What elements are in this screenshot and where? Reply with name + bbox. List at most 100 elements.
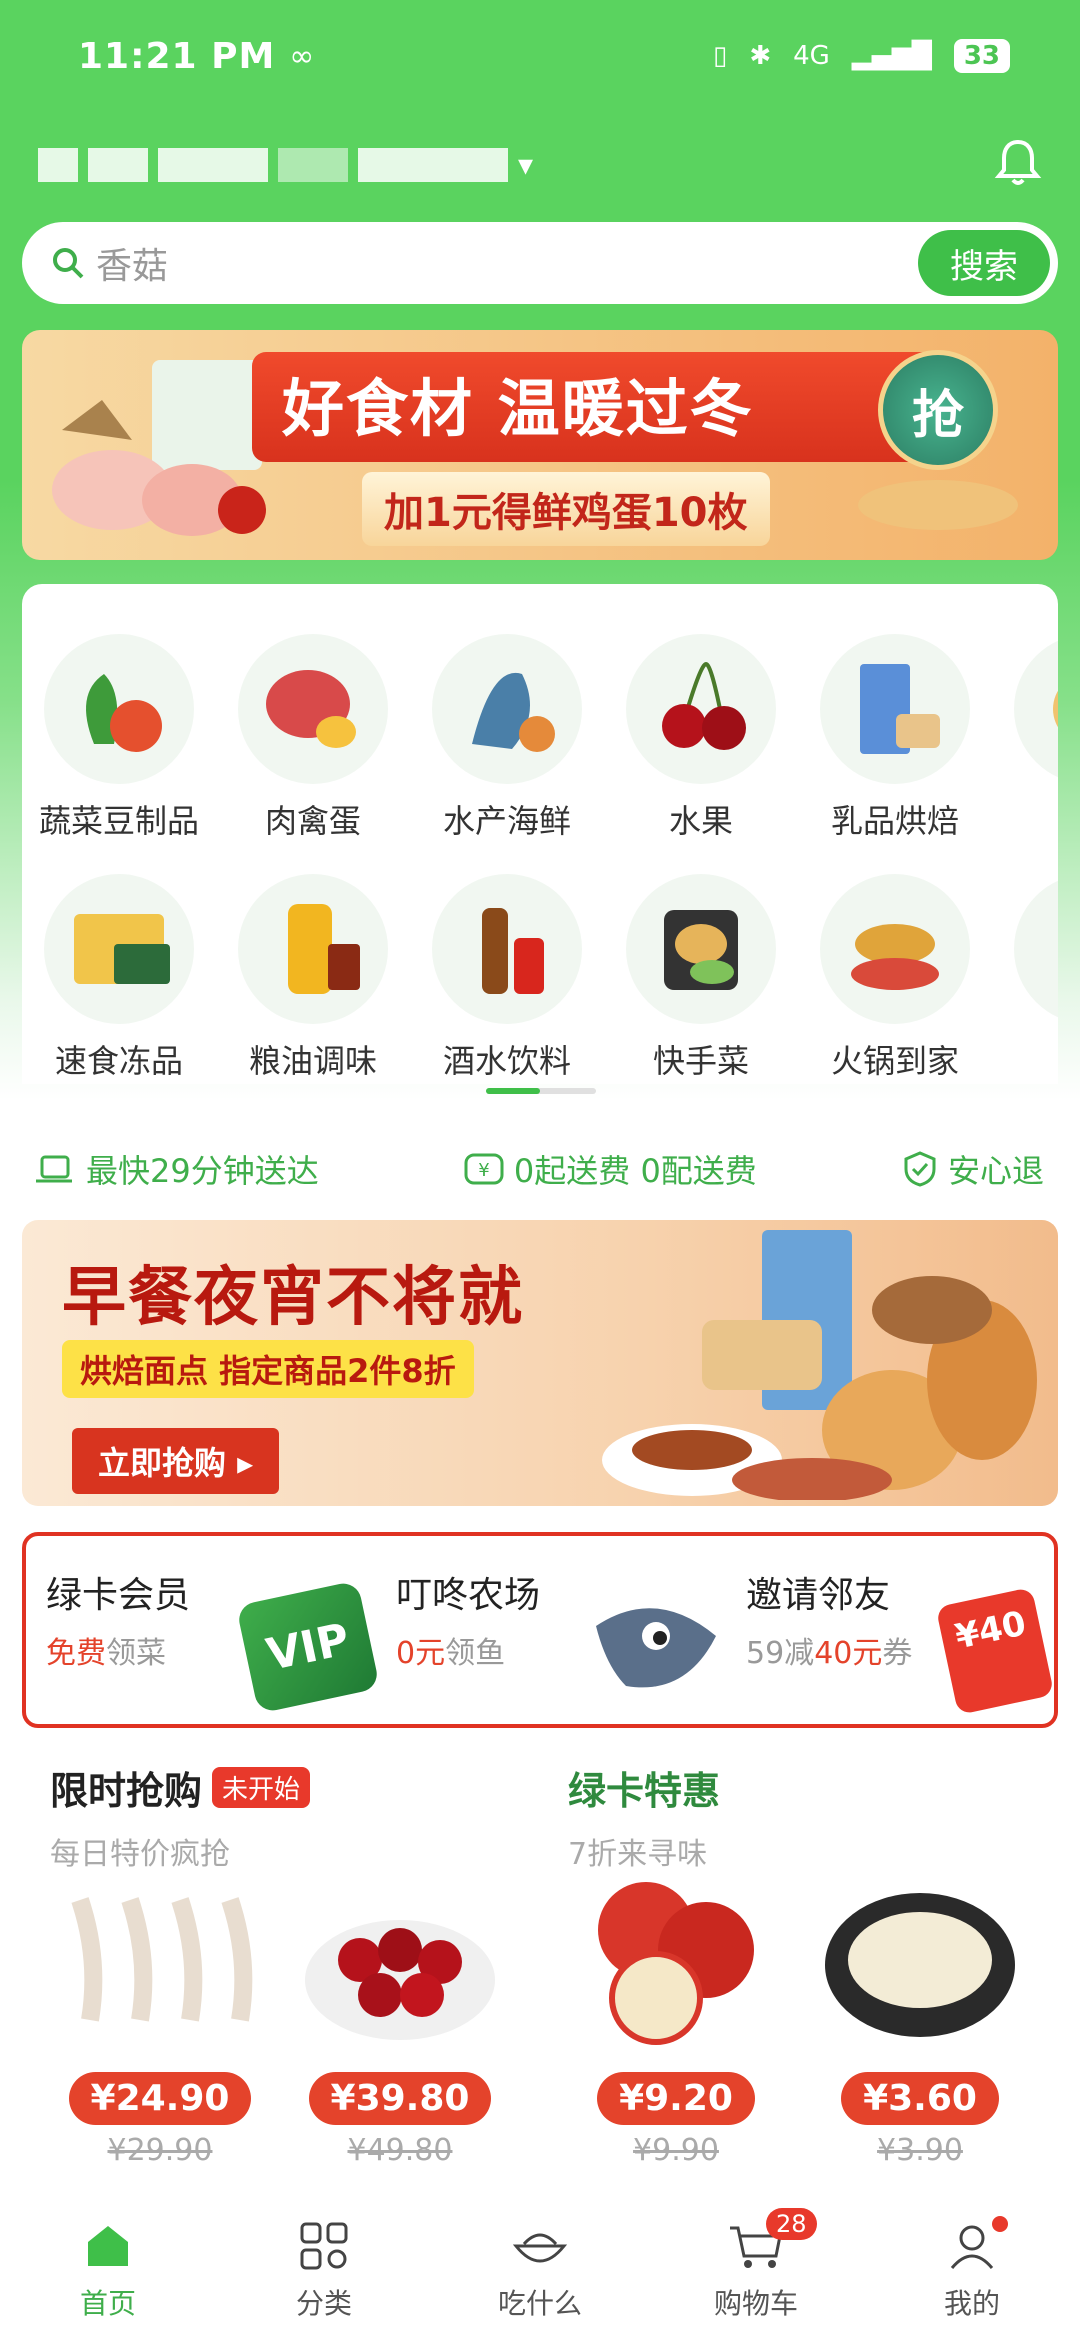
product-card[interactable]: ¥24.90 ¥29.90 xyxy=(50,1870,270,2168)
green-card-section[interactable]: 绿卡特惠 7折来寻味 xyxy=(568,1760,720,1873)
green-card-subtitle: 7折来寻味 xyxy=(568,1837,708,1872)
vibrate-icon: ▯ xyxy=(713,41,728,71)
product-card[interactable]: ¥39.80 ¥49.80 xyxy=(290,1870,510,2168)
category-seafood[interactable]: 水产海鲜 xyxy=(410,634,604,842)
search-icon xyxy=(53,248,84,279)
chevron-down-icon: ▾ xyxy=(518,147,534,183)
category-grid: 蔬菜豆制品 肉禽蛋 水产海鲜 水果 乳品烘焙 网红 速食冻品 粮油 xyxy=(22,584,1058,1084)
category-fruit[interactable]: 水果 xyxy=(604,634,798,842)
category-label: 速食冻品 xyxy=(54,1042,183,1080)
banner-subtitle: 加1元得鲜鸡蛋10枚 xyxy=(362,472,770,546)
flash-sale-title: 限时抢购 xyxy=(50,1769,203,1813)
bowl-icon xyxy=(512,2233,568,2263)
search-bar[interactable]: 香菇 搜索 xyxy=(22,222,1058,304)
shield-check-icon xyxy=(904,1151,936,1187)
status-time: 11:21 PM xyxy=(78,35,276,77)
category-label: 蔬菜豆制品 xyxy=(38,802,199,840)
category-meat-eggs[interactable]: 肉禽蛋 xyxy=(216,634,410,842)
category-trending[interactable]: 网红 xyxy=(992,634,1058,842)
apple-image xyxy=(598,1882,754,2045)
category-page-indicator xyxy=(486,1088,596,1094)
fish-icon xyxy=(432,634,582,784)
nav-home[interactable]: 首页 xyxy=(0,2202,216,2340)
category-drinks[interactable]: 酒水饮料 xyxy=(410,874,604,1082)
category-label: 快手菜 xyxy=(652,1042,749,1080)
product-old-price: ¥9.90 xyxy=(633,2133,719,2168)
battery-level: 33 xyxy=(953,39,1010,73)
category-quick-dishes[interactable]: 快手菜 xyxy=(604,874,798,1082)
status-bar: 11:21 PM ∞ ▯ ✱ 4G ▂▄▆█ 33 xyxy=(78,28,1010,84)
category-frozen[interactable]: 速食冻品 xyxy=(22,874,216,1082)
link-icon: ∞ xyxy=(289,38,315,74)
breakfast-title: 早餐夜宵不将就 xyxy=(62,1261,524,1335)
product-price: ¥3.60 xyxy=(841,2072,999,2125)
product-old-price: ¥49.80 xyxy=(347,2133,453,2168)
category-label: 酒水饮料 xyxy=(442,1042,571,1080)
grab-button[interactable]: 抢 xyxy=(878,350,998,470)
status-badge: 未开始 xyxy=(212,1767,311,1808)
product-price: ¥39.80 xyxy=(308,2072,492,2125)
trending-icon xyxy=(1014,634,1058,784)
svg-text:¥: ¥ xyxy=(478,1160,489,1181)
meat-icon xyxy=(238,634,388,784)
product-card[interactable]: ¥9.20 ¥9.90 xyxy=(566,1870,786,2168)
user-icon xyxy=(950,2225,994,2269)
dish-icon xyxy=(626,874,776,1024)
vegetable-icon xyxy=(44,634,194,784)
search-button[interactable]: 搜索 xyxy=(918,230,1050,296)
category-label: 网红 xyxy=(1057,796,1058,842)
category-label: 火锅到家 xyxy=(830,1042,959,1080)
feature-free-shipping: ¥ 0起送费 0配送费 xyxy=(464,1146,757,1192)
service-features: 最快29分钟送达 ¥ 0起送费 0配送费 安心退 xyxy=(36,1146,1044,1192)
flash-sale-section[interactable]: 限时抢购 未开始 每日特价疯抢 xyxy=(50,1760,311,1873)
category-label: 粮油调味 xyxy=(248,1042,377,1080)
nav-cart[interactable]: 28 购物车 xyxy=(648,2202,864,2340)
kitchen-icon xyxy=(1014,874,1058,1024)
network-label: 4G xyxy=(793,41,830,71)
fish-icon xyxy=(596,1608,716,1688)
category-hotpot[interactable]: 火锅到家 xyxy=(798,874,992,1082)
breakfast-subtitle: 烘焙面点 指定商品2件8折 xyxy=(62,1340,474,1398)
cart-count-badge: 28 xyxy=(766,2208,817,2240)
search-placeholder: 香菇 xyxy=(96,246,169,287)
address-selector[interactable]: ▾ xyxy=(38,140,598,190)
nav-what-to-eat[interactable]: 吃什么 xyxy=(432,2202,648,2340)
shrimp-image xyxy=(71,1897,253,2022)
beer-icon xyxy=(432,874,582,1024)
notification-dot xyxy=(992,2216,1008,2232)
cherry-icon xyxy=(626,634,776,784)
promo-invite[interactable]: 邀请邻友 59减40元券 xyxy=(746,1566,912,1696)
promo-green-card[interactable]: 绿卡会员 免费领菜 xyxy=(46,1566,190,1696)
category-grain-oil[interactable]: 粮油调味 xyxy=(216,874,410,1082)
bread-image xyxy=(602,1230,1037,1500)
bean-sprouts-image xyxy=(825,1893,1015,2037)
frozen-food-icon xyxy=(44,874,194,1024)
category-kitchen[interactable]: 厨 xyxy=(992,874,1058,1082)
bluetooth-icon: ✱ xyxy=(749,41,772,71)
home-icon xyxy=(88,2226,128,2266)
vip-icon: VIP xyxy=(235,1580,381,1714)
bottom-nav: 首页 分类 吃什么 28 购物车 我的 xyxy=(0,2202,1080,2340)
milk-icon xyxy=(820,634,970,784)
promo-banner-breakfast[interactable]: 早餐夜宵不将就 烘焙面点 指定商品2件8折 立即抢购 ▸ xyxy=(22,1220,1058,1506)
feature-fast-delivery: 最快29分钟送达 xyxy=(36,1146,319,1192)
product-price: ¥24.90 xyxy=(68,2072,252,2125)
yen-icon: ¥ xyxy=(464,1153,504,1185)
bell-icon[interactable] xyxy=(992,136,1044,188)
banner-title: 好食材 温暖过冬 xyxy=(282,372,754,445)
buy-now-button[interactable]: 立即抢购 ▸ xyxy=(72,1428,280,1494)
nav-mine[interactable]: 我的 xyxy=(864,2202,1080,2340)
product-old-price: ¥29.90 xyxy=(107,2133,213,2168)
hotpot-icon xyxy=(820,874,970,1024)
product-card[interactable]: ¥3.60 ¥3.90 xyxy=(810,1870,1030,2168)
category-label: 乳品烘焙 xyxy=(830,802,959,840)
category-vegetables[interactable]: 蔬菜豆制品 xyxy=(22,634,216,842)
grid-icon xyxy=(300,2222,348,2270)
nav-category[interactable]: 分类 xyxy=(216,2202,432,2340)
product-old-price: ¥3.90 xyxy=(877,2133,963,2168)
category-label: 肉禽蛋 xyxy=(264,802,361,840)
product-price: ¥9.20 xyxy=(597,2072,755,2125)
promo-banner-winter[interactable]: 好食材 温暖过冬 加1元得鲜鸡蛋10枚 抢 xyxy=(22,330,1058,560)
category-dairy-bakery[interactable]: 乳品烘焙 xyxy=(798,634,992,842)
promo-farm[interactable]: 叮咚农场 0元领鱼 xyxy=(396,1566,540,1696)
